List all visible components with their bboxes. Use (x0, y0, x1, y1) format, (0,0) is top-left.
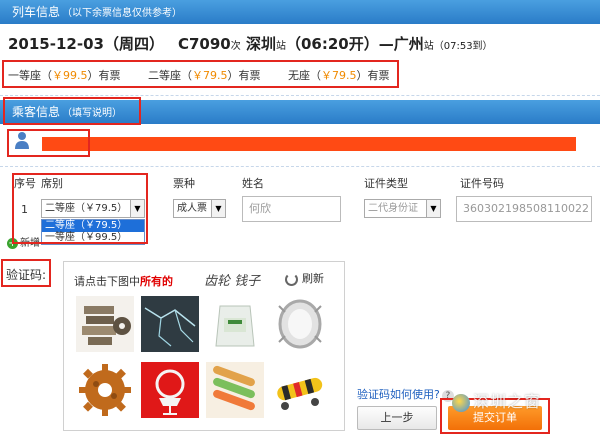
to-suffix: 站 (423, 41, 434, 52)
seat-column-highlight (12, 173, 148, 244)
captcha-tile-spring-rolls[interactable] (206, 362, 264, 418)
captcha-help-text: 验证码如何使用? (357, 388, 440, 401)
from-suffix: 站 (275, 41, 286, 52)
captcha-panel: 请点击下图中所有的 齿轮 钱子 刷新 (63, 261, 345, 431)
from-station: 深圳 (245, 35, 276, 53)
passenger-highlight-box (7, 129, 90, 157)
id-type-select[interactable]: 二代身份证 ▼ (364, 199, 441, 218)
to-station: 广州 (393, 35, 424, 53)
train-number: C7090 (177, 35, 231, 53)
route-dash: — (378, 35, 394, 53)
previous-step-button[interactable]: 上一步 (357, 406, 437, 430)
captcha-tile-white-bag[interactable] (206, 296, 264, 352)
passenger-header-highlight (3, 97, 141, 125)
watermark-logo-icon (452, 393, 470, 412)
name-field[interactable]: 何欣 (242, 196, 341, 222)
passenger-name-bar (42, 137, 576, 151)
ticket-type-select[interactable]: 成人票 ▼ (173, 199, 226, 218)
id-number-field[interactable]: 360302198508110022 (456, 196, 592, 222)
captcha-prompt-text: 请点击下图中 (74, 275, 140, 288)
col-id-type: 证件类型 (364, 177, 408, 190)
ticket-type-value: 成人票 (177, 203, 207, 214)
travel-date: 2015-12-03（周四） (8, 35, 164, 53)
train-info-note: （以下余票信息仅供参考） (62, 8, 183, 19)
refresh-icon (285, 272, 298, 286)
depart-time: （06:20开） (285, 35, 379, 53)
seat-highlight-box (2, 60, 399, 88)
captcha-tile-brown-gear[interactable] (76, 362, 134, 418)
train-info-title: 列车信息 (12, 5, 61, 19)
captcha-tile-decorative-mirror[interactable] (271, 296, 329, 352)
chevron-down-icon[interactable]: ▼ (211, 200, 225, 217)
col-name: 姓名 (242, 177, 264, 190)
captcha-tile-striped-toy[interactable] (271, 362, 329, 418)
col-ticket-type: 票种 (173, 177, 195, 190)
name-value: 何欣 (249, 202, 271, 215)
captcha-prompt: 请点击下图中所有的 (74, 273, 173, 289)
captcha-tile-red-chair[interactable] (141, 362, 199, 418)
train-info-header: 列车信息 （以下余票信息仅供参考） (0, 0, 600, 24)
col-id-no: 证件号码 (460, 177, 504, 190)
train-suffix: 次 (230, 41, 241, 52)
refresh-label: 刷新 (302, 272, 324, 285)
train-summary: 2015-12-03（周四） C7090次 深圳站（06:20开）—广州站（07:… (8, 33, 493, 54)
id-number-value: 360302198508110022 (463, 202, 589, 215)
captcha-target-word: 齿轮 钱子 (204, 274, 261, 289)
divider (0, 166, 600, 167)
captcha-label-highlight (1, 259, 51, 287)
id-type-value: 二代身份证 (368, 203, 418, 214)
captcha-tile-gear-stack[interactable] (76, 296, 134, 352)
captcha-tile-cracked-glass[interactable] (141, 296, 199, 352)
watermark-text: 深圳之窗 (473, 392, 542, 411)
arrive-time: （07:53到） (433, 41, 493, 52)
captcha-prompt-highlight: 所有的 (140, 275, 173, 288)
site-watermark: 深圳之窗 (452, 388, 541, 412)
divider (0, 95, 600, 96)
chevron-down-icon[interactable]: ▼ (426, 200, 440, 217)
refresh-button[interactable]: 刷新 (285, 270, 324, 286)
